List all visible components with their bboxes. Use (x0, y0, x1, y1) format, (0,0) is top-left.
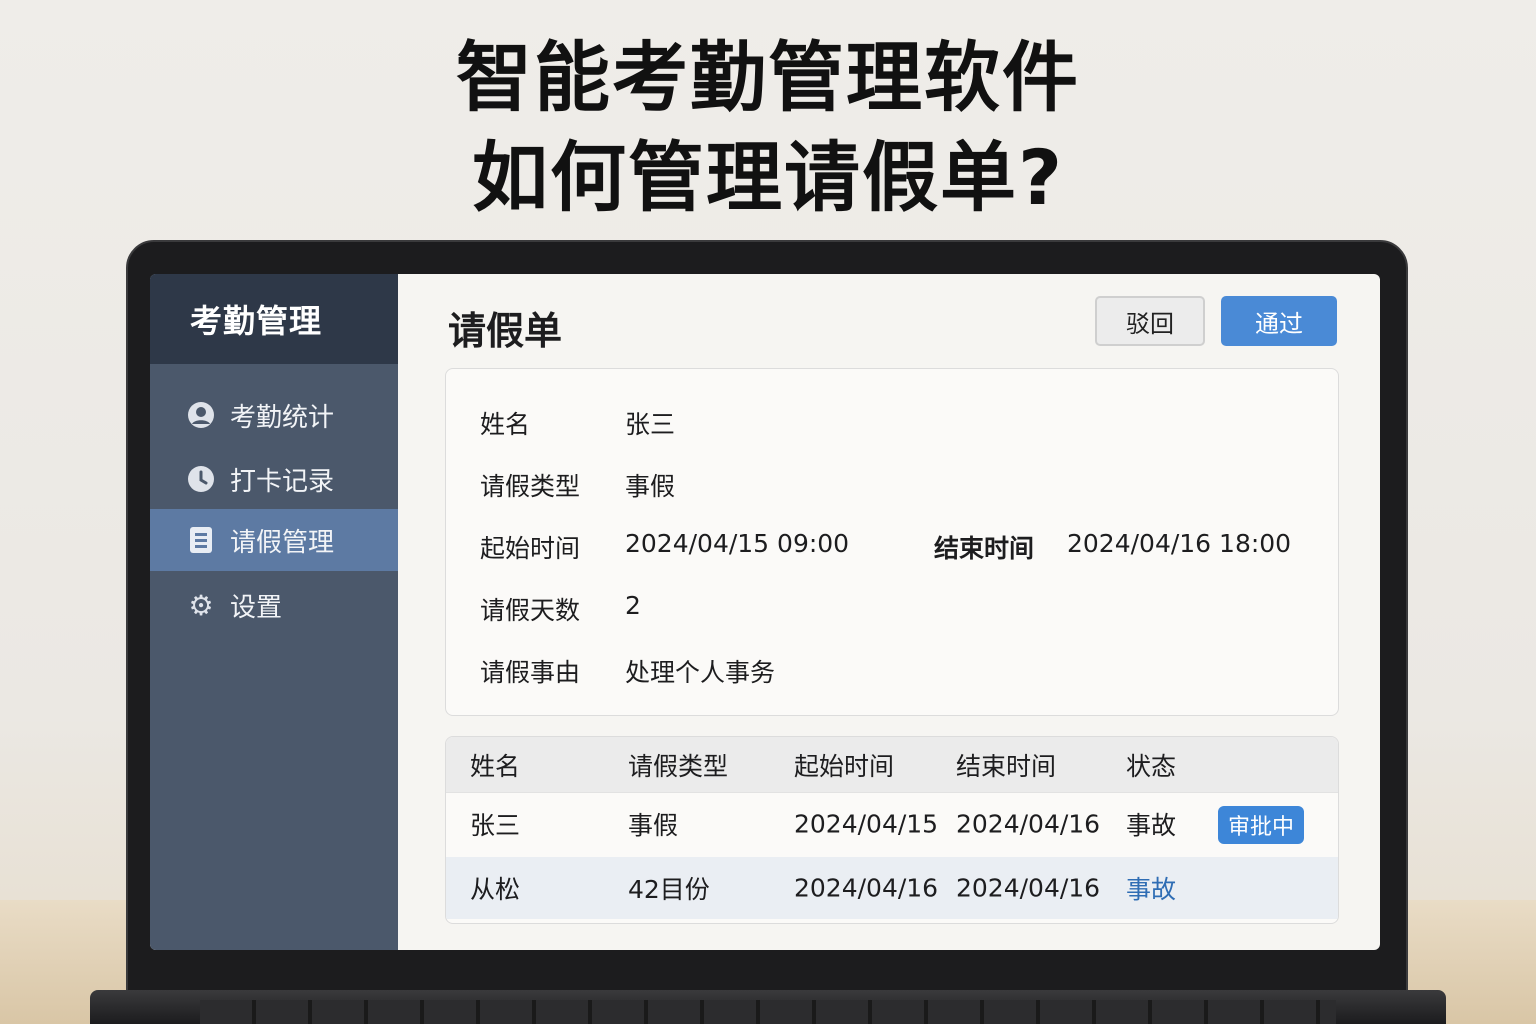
column-header: 结束时间 (956, 751, 1057, 781)
field-value: 事假 (625, 472, 676, 501)
leave-detail-card: 姓名 张三 请假类型 事假 起始时间 2024/04/15 09:00 结束时间… (445, 368, 1339, 716)
table-cell: 事假 (628, 811, 679, 840)
table-cell: 2024/04/15 (794, 809, 939, 839)
reject-button[interactable]: 驳回 (1095, 296, 1205, 346)
field-label: 请假类型 (480, 472, 581, 501)
status-badge[interactable]: 审批中 (1218, 806, 1304, 844)
sidebar-item-leave-management[interactable]: 请假管理 (150, 509, 398, 571)
table-cell: 2024/04/16 (956, 873, 1101, 903)
table-cell: 2024/04/16 (794, 873, 939, 903)
field-label: 请假天数 (480, 596, 581, 625)
field-label: 请假事由 (480, 658, 581, 687)
field-value: 2024/04/16 18:00 (1067, 529, 1292, 558)
table-header-row: 姓名 请假类型 起始时间 结束时间 状态 (446, 737, 1338, 792)
table-cell: 事故 (1126, 811, 1177, 840)
table-cell: 42目份 (628, 875, 710, 904)
field-label: 起始时间 (480, 534, 581, 563)
table-cell: 事故 (1126, 875, 1177, 904)
laptop-keyboard (200, 1000, 1336, 1024)
column-header: 状态 (1126, 751, 1177, 781)
sidebar-title: 考勤管理 (150, 274, 398, 364)
sidebar-item-label: 考勤统计 (230, 402, 335, 433)
page-title: 请假单 (448, 309, 563, 353)
field-value: 2 (625, 591, 641, 620)
table-row[interactable]: 从松 42目份 2024/04/16 2024/04/16 事故 (446, 857, 1338, 919)
sidebar-item-settings[interactable]: ⚙ 设置 (150, 574, 398, 636)
app-window: 考勤管理 考勤统计 打卡记录 请假管理 ⚙ 设置 请假单 驳回 通过 姓名 张三… (150, 274, 1380, 950)
table-cell: 从松 (470, 875, 521, 904)
table-cell: 张三 (470, 811, 521, 840)
headline-line-1: 智能考勤管理软件 (456, 33, 1080, 122)
column-header: 起始时间 (794, 751, 895, 781)
gear-icon: ⚙ (188, 588, 214, 622)
leave-table: 姓名 请假类型 起始时间 结束时间 状态 张三 事假 2024/04/15 20… (445, 736, 1339, 924)
document-icon (186, 525, 216, 555)
sidebar: 考勤管理 考勤统计 打卡记录 请假管理 ⚙ 设置 (150, 274, 398, 950)
clock-icon (186, 464, 216, 494)
table-row[interactable]: 张三 事假 2024/04/15 2024/04/16 事故 审批中 (446, 792, 1338, 855)
field-label: 结束时间 (934, 534, 1035, 563)
field-value: 2024/04/15 09:00 (625, 529, 850, 558)
sidebar-item-label: 请假管理 (230, 527, 335, 558)
column-header: 请假类型 (628, 751, 729, 781)
headline-line-2: 如何管理请假单? (471, 133, 1065, 222)
field-label: 姓名 (480, 410, 531, 439)
column-header: 姓名 (470, 751, 521, 781)
sidebar-item-attendance-stats[interactable]: 考勤统计 (150, 384, 398, 446)
sidebar-item-label: 设置 (230, 592, 283, 623)
approve-button[interactable]: 通过 (1221, 296, 1337, 346)
user-icon (186, 400, 216, 430)
table-cell: 2024/04/16 (956, 809, 1101, 839)
field-value: 张三 (625, 410, 676, 439)
sidebar-item-clock-records[interactable]: 打卡记录 (150, 448, 398, 510)
field-value: 处理个人事务 (625, 658, 776, 687)
sidebar-item-label: 打卡记录 (230, 466, 335, 497)
